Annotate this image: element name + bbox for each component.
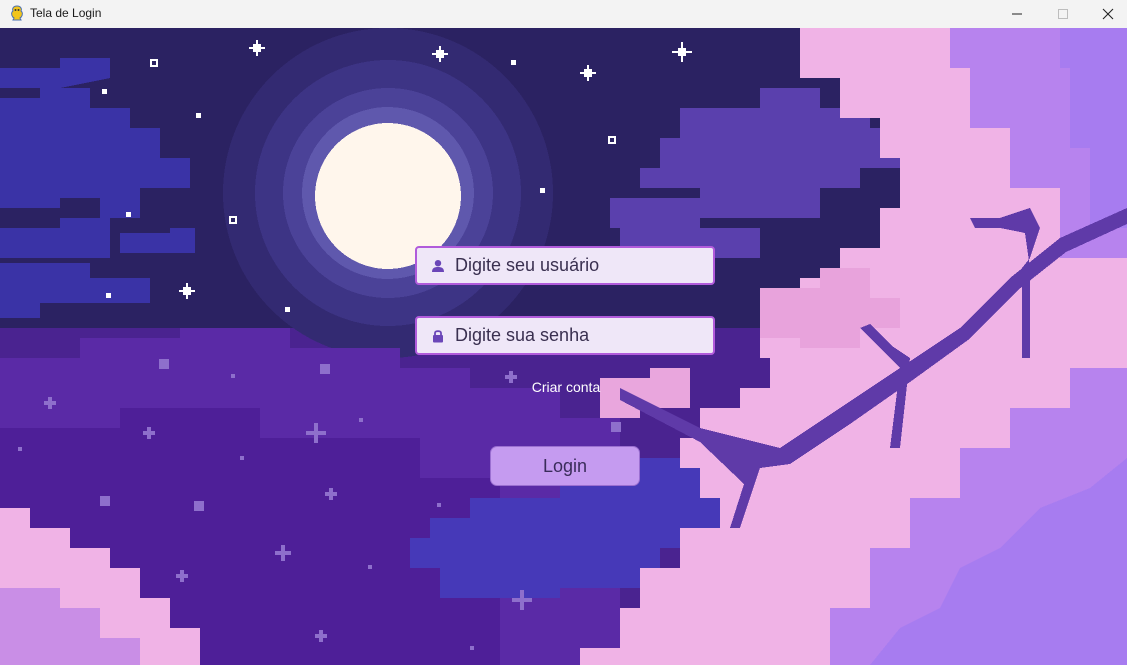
user-icon	[429, 257, 447, 275]
create-account-link[interactable]: Criar conta	[520, 379, 612, 395]
close-icon	[1102, 8, 1114, 20]
username-input[interactable]	[455, 248, 713, 283]
password-input[interactable]	[455, 318, 713, 353]
login-button[interactable]: Login	[490, 446, 640, 486]
minimize-icon	[1012, 13, 1022, 15]
close-button[interactable]	[1085, 0, 1127, 28]
login-button-label: Login	[542, 455, 588, 476]
password-field-container	[415, 316, 715, 355]
maximize-icon	[1058, 9, 1068, 19]
pygame-snake-icon	[11, 5, 23, 21]
username-field-container	[415, 246, 715, 285]
window-title: Tela de Login	[30, 6, 102, 20]
title-bar: Tela de Login	[0, 0, 1127, 28]
lock-icon	[429, 327, 447, 345]
minimize-button[interactable]	[994, 0, 1040, 28]
maximize-button[interactable]	[1040, 0, 1086, 28]
